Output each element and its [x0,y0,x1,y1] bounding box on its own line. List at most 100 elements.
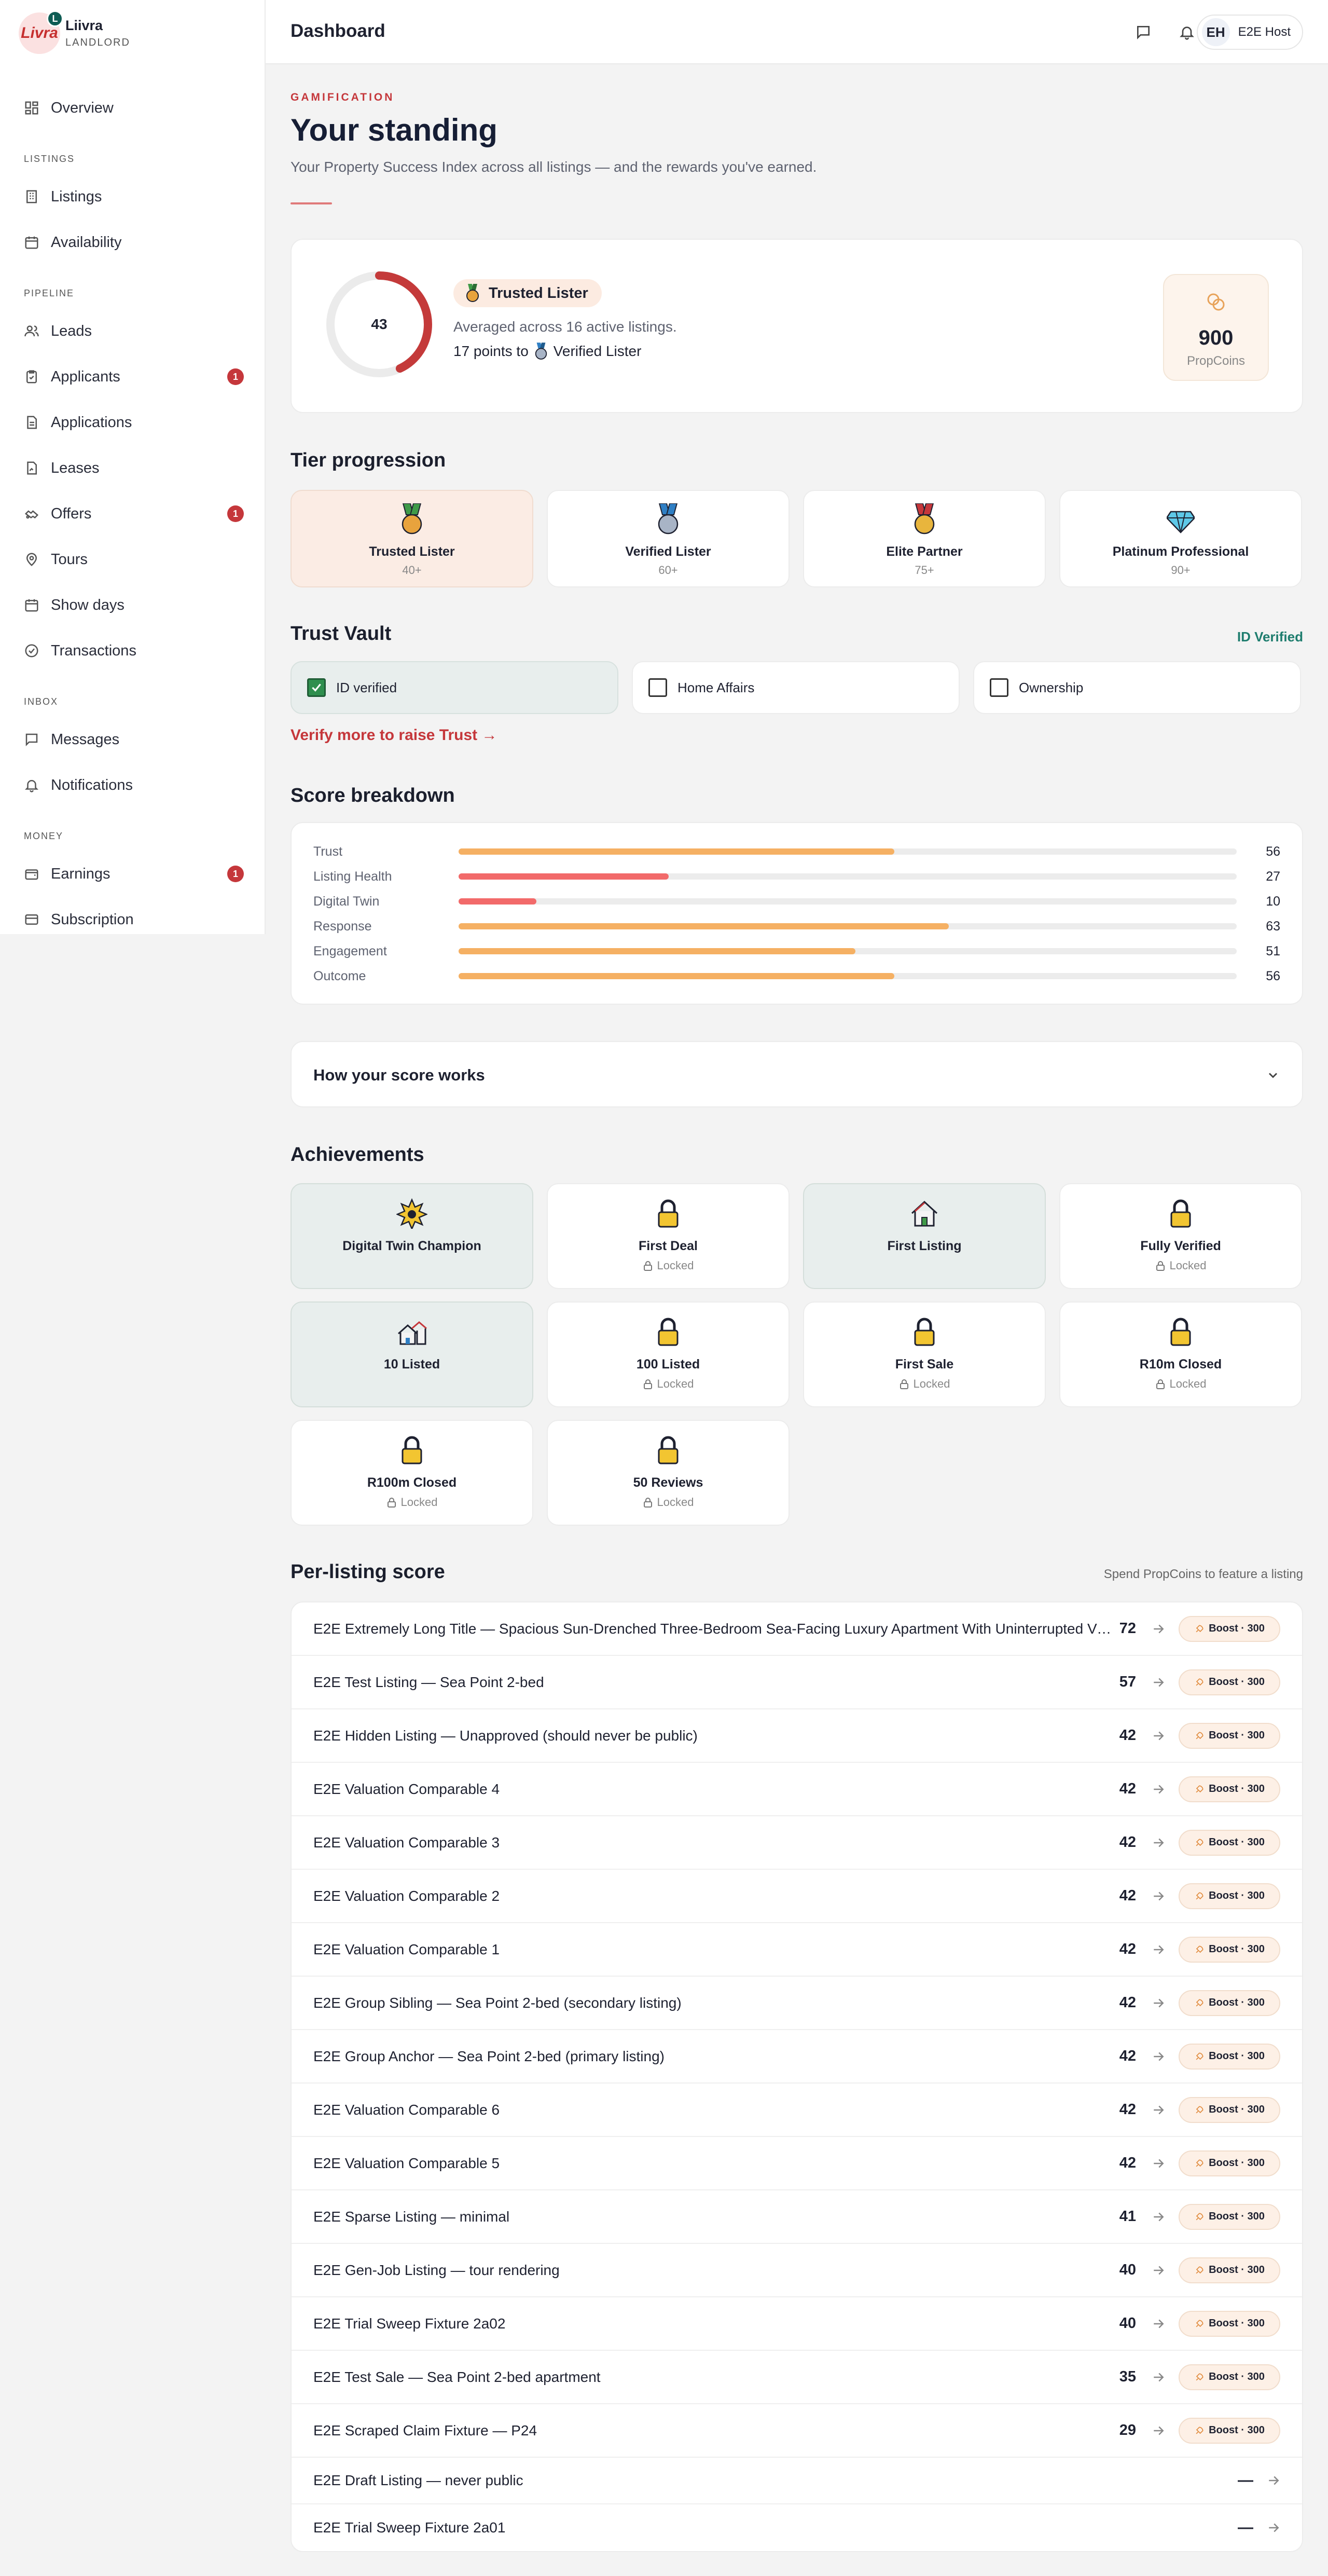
sidebar-item-messages[interactable]: Messages [24,717,244,762]
sidebar-item-notifications[interactable]: Notifications [24,762,244,808]
notifications-button[interactable] [1174,20,1199,45]
listing-row[interactable]: E2E Group Anchor — Sea Point 2-bed (prim… [292,2030,1302,2084]
sidebar-section-title: LISTINGS [24,154,75,164]
check-circle-icon [25,644,38,657]
locked-indicator: Locked [1060,1377,1301,1391]
sidebar-item-offers[interactable]: Offers 1 [24,491,244,537]
listing-row[interactable]: E2E Hidden Listing — Unapproved (should … [292,1709,1302,1763]
vault-item[interactable]: Home Affairs [632,661,960,714]
checkbox[interactable] [990,678,1008,697]
score-row: Digital Twin 10 [313,894,1280,909]
boost-button[interactable]: Boost · 300 [1179,2097,1280,2123]
arrow-right-icon[interactable] [1266,2520,1281,2536]
boost-button[interactable]: Boost · 300 [1179,1829,1280,1856]
sidebar-item-subscription[interactable]: Subscription [24,897,244,934]
arrow-right-icon[interactable] [1151,2102,1166,2118]
sidebar-item-leases[interactable]: Leases [24,445,244,491]
listing-name: E2E Valuation Comparable 6 [313,2101,500,2118]
listing-row[interactable]: E2E Trial Sweep Fixture 2a01 — [292,2504,1302,2551]
arrow-right-icon[interactable] [1151,1942,1166,1957]
listing-row[interactable]: E2E Scraped Claim Fixture — P24 29 Boost … [292,2404,1302,2458]
boost-button[interactable]: Boost · 300 [1179,1883,1280,1909]
arrow-right-icon[interactable] [1151,1995,1166,2011]
verify-more-link[interactable]: Verify more to raise Trust → [290,727,497,744]
boost-button[interactable]: Boost · 300 [1179,1669,1280,1695]
sidebar-item-availability[interactable]: Availability [24,220,244,265]
divider [290,202,332,204]
lock-small-icon [643,1261,652,1271]
boost-button[interactable]: Boost · 300 [1179,1722,1280,1749]
arrow-right-icon[interactable] [1151,2209,1166,2225]
arrow-right-icon[interactable] [1151,2263,1166,2278]
boost-button[interactable]: Boost · 300 [1179,2043,1280,2070]
tier-threshold: 75+ [915,564,934,577]
arrow-right-icon[interactable] [1151,2316,1166,2332]
listing-row[interactable]: E2E Group Sibling — Sea Point 2-bed (sec… [292,1977,1302,2030]
how-score-works-accordion[interactable]: How your score works [290,1041,1303,1107]
sidebar-item-applicants[interactable]: Applicants 1 [24,354,244,400]
boost-button[interactable]: Boost · 300 [1179,1936,1280,1963]
boost-button[interactable]: Boost · 300 [1179,2364,1280,2390]
sidebar-item-earnings[interactable]: Earnings 1 [24,851,244,897]
listing-row[interactable]: E2E Valuation Comparable 2 42 Boost · 300 [292,1870,1302,1923]
checkbox[interactable] [307,678,326,697]
user-menu-button[interactable]: EH E2E Host [1196,15,1303,50]
vault-item[interactable]: ID verified [290,661,618,714]
listing-row[interactable]: E2E Trial Sweep Fixture 2a02 40 Boost · 3… [292,2297,1302,2351]
per-listing-title: Per-listing score [290,1561,445,1583]
sidebar-item-applications[interactable]: Applications [24,400,244,445]
listing-row[interactable]: E2E Valuation Comparable 4 42 Boost · 300 [292,1763,1302,1816]
listing-row[interactable]: E2E Draft Listing — never public — [292,2458,1302,2504]
listing-row[interactable]: E2E Valuation Comparable 6 42 Boost · 300 [292,2084,1302,2137]
lock-small-icon [1156,1261,1165,1271]
sidebar-item-listings[interactable]: Listings [24,174,244,220]
listing-row[interactable]: E2E Test Listing — Sea Point 2-bed 57 Boo… [292,1656,1302,1709]
propcoins-balance[interactable]: 900 PropCoins [1163,274,1269,381]
listing-score: 42 [1119,1727,1136,1744]
listing-row[interactable]: E2E Valuation Comparable 1 42 Boost · 300 [292,1923,1302,1977]
locked-indicator: Locked [804,1377,1045,1391]
boost-button[interactable]: Boost · 300 [1179,1990,1280,2016]
listing-row[interactable]: E2E Test Sale — Sea Point 2-bed apartmen… [292,2351,1302,2404]
listing-row[interactable]: E2E Valuation Comparable 3 42 Boost · 300 [292,1816,1302,1870]
listing-name: E2E Test Listing — Sea Point 2-bed [313,1674,544,1690]
arrow-right-icon[interactable] [1151,2369,1166,2385]
listing-row[interactable]: E2E Gen-Job Listing — tour rendering 40 B… [292,2244,1302,2297]
arrow-right-icon[interactable] [1151,2423,1166,2438]
listing-score: — [1238,2472,1253,2489]
brand[interactable]: Livra L Liivra LANDLORD [19,10,130,54]
boost-button[interactable]: Boost · 300 [1179,2310,1280,2337]
arrow-right-icon[interactable] [1266,2473,1281,2488]
arrow-right-icon[interactable] [1151,1782,1166,1797]
boost-button[interactable]: Boost · 300 [1179,2257,1280,2283]
arrow-right-icon[interactable] [1151,1835,1166,1851]
vault-item[interactable]: Ownership [973,661,1301,714]
arrow-right-icon[interactable] [1151,1621,1166,1637]
rocket-icon [1196,2052,1204,2060]
score-breakdown-card: Trust 56 Listing Health 27 Digital Twin 10… [290,822,1303,1005]
sidebar-item-leads[interactable]: Leads [24,308,244,354]
boost-button[interactable]: Boost · 300 [1179,1615,1280,1642]
boost-button[interactable]: Boost · 300 [1179,2150,1280,2176]
sidebar-item-show-days[interactable]: Show days [24,582,244,628]
arrow-right-icon[interactable] [1151,1675,1166,1690]
listing-name: E2E Valuation Comparable 4 [313,1780,500,1797]
listing-row[interactable]: E2E Sparse Listing — minimal 41 Boost · 3… [292,2190,1302,2244]
boost-button[interactable]: Boost · 300 [1179,1776,1280,1802]
listing-name: E2E Group Sibling — Sea Point 2-bed (sec… [313,1994,682,2011]
listing-row[interactable]: E2E Extremely Long Title — Spacious Sun-… [292,1602,1302,1656]
listing-row[interactable]: E2E Valuation Comparable 5 42 Boost · 300 [292,2137,1302,2190]
arrow-right-icon[interactable] [1151,1728,1166,1744]
sidebar-item-tours[interactable]: Tours [24,537,244,582]
sidebar-item-transactions[interactable]: Transactions [24,628,244,674]
boost-button[interactable]: Boost · 300 [1179,2203,1280,2230]
arrow-right-icon[interactable] [1151,2156,1166,2171]
messages-button[interactable] [1131,20,1156,45]
checkbox[interactable] [648,678,667,697]
sidebar-item-overview[interactable]: Overview [24,85,244,131]
count-badge: 1 [227,866,244,882]
arrow-right-icon[interactable] [1151,2049,1166,2064]
arrow-right-icon[interactable] [1151,1888,1166,1904]
boost-button[interactable]: Boost · 300 [1179,2417,1280,2444]
rocket-icon [1196,2266,1204,2273]
